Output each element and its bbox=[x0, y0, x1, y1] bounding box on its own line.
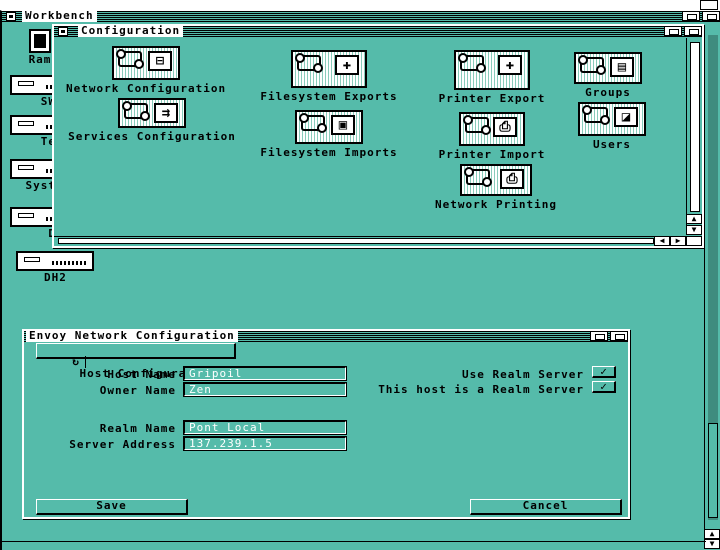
icon-label: Network Printing bbox=[435, 198, 557, 211]
use-realm-server-checkbox[interactable]: ✓ bbox=[592, 366, 616, 378]
network-icon: ✚ bbox=[454, 50, 530, 90]
network-icon: ⊟ bbox=[112, 46, 180, 80]
screen-depth-gadget[interactable] bbox=[700, 0, 718, 10]
network-icon: ⎙ bbox=[459, 112, 525, 146]
drive-icon-dh2[interactable]: DH2 bbox=[16, 251, 100, 284]
scroll-up-arrow-icon[interactable]: ▲ bbox=[686, 214, 702, 224]
users-icon[interactable]: ◪ Users bbox=[574, 102, 650, 151]
scroll-left-arrow-icon[interactable]: ◀ bbox=[654, 236, 670, 246]
printer-import-icon[interactable]: ⎙ Printer Import bbox=[432, 112, 552, 161]
envoy-zoom-gadget[interactable] bbox=[590, 331, 608, 341]
configuration-depth-gadget[interactable] bbox=[684, 26, 702, 36]
workbench-depth-gadget[interactable] bbox=[702, 11, 720, 21]
icon-label: Network Configuration bbox=[66, 82, 227, 95]
icon-label: Groups bbox=[585, 86, 631, 99]
network-configuration-icon[interactable]: ⊟ Network Configuration bbox=[66, 46, 226, 95]
screen-title-bar: Workbench Screen bbox=[0, 0, 720, 20]
server-address-field[interactable]: 137.239.1.5 bbox=[183, 436, 347, 451]
drive-icon-d[interactable]: D bbox=[10, 207, 88, 240]
configuration-vertical-scrollbar[interactable] bbox=[686, 38, 702, 232]
save-button[interactable]: Save bbox=[36, 499, 188, 515]
drive-label: D bbox=[10, 227, 58, 240]
is-realm-server-label: This host is a Realm Server bbox=[378, 383, 584, 396]
use-realm-server-label: Use Realm Server bbox=[462, 368, 584, 381]
envoy-depth-gadget[interactable] bbox=[610, 331, 628, 341]
drive-label: DH2 bbox=[44, 271, 67, 284]
workbench-vertical-scrollbar[interactable] bbox=[704, 33, 720, 538]
drive-label: Te bbox=[40, 135, 56, 148]
icon-label: Filesystem Exports bbox=[260, 90, 398, 103]
icon-label: Filesystem Imports bbox=[260, 146, 398, 159]
realm-name-field[interactable]: Pont Local bbox=[183, 420, 347, 435]
scroll-down-arrow-icon[interactable]: ▼ bbox=[704, 539, 720, 549]
services-configuration-icon[interactable]: ⇉ Services Configuration bbox=[62, 98, 242, 143]
scroll-knob[interactable] bbox=[708, 423, 718, 518]
realm-name-label: Realm Name bbox=[99, 422, 176, 435]
network-icon: ◪ bbox=[578, 102, 646, 136]
icon-label: Printer Export bbox=[438, 92, 546, 105]
cancel-button[interactable]: Cancel bbox=[470, 499, 622, 515]
drive-icon-te[interactable]: Te bbox=[10, 115, 88, 148]
configuration-window: Configuration ⊟ Network Configuration ⇉ … bbox=[52, 24, 704, 248]
drive-icon-syst[interactable]: Syst bbox=[10, 159, 88, 192]
configuration-horizontal-scrollbar[interactable] bbox=[54, 236, 684, 246]
host-configuration-cycle-button[interactable]: ↻ Host Configuration bbox=[36, 343, 236, 380]
filesystem-imports-icon[interactable]: ▣ Filesystem Imports bbox=[254, 110, 404, 159]
drive-label: SW bbox=[40, 95, 56, 108]
workbench-title-bar[interactable]: Workbench bbox=[2, 10, 720, 22]
scroll-knob[interactable] bbox=[58, 238, 654, 244]
scroll-right-arrow-icon[interactable]: ▶ bbox=[670, 236, 686, 246]
configuration-close-gadget[interactable] bbox=[58, 27, 68, 36]
size-gadget[interactable] bbox=[686, 236, 702, 246]
drive-label: Syst bbox=[25, 179, 56, 192]
ram-chip-icon bbox=[29, 29, 51, 53]
printer-export-icon[interactable]: ✚ Printer Export bbox=[432, 50, 552, 105]
icon-label: Printer Import bbox=[438, 148, 546, 161]
scroll-up-arrow-icon[interactable]: ▲ bbox=[704, 529, 720, 539]
configuration-title-bar[interactable]: Configuration bbox=[54, 25, 702, 37]
filesystem-exports-icon[interactable]: ✚ Filesystem Exports bbox=[254, 50, 404, 103]
owner-name-field[interactable]: Zen bbox=[183, 382, 347, 397]
scroll-down-arrow-icon[interactable]: ▼ bbox=[686, 225, 702, 235]
network-icon: ✚ bbox=[291, 50, 367, 88]
envoy-title-bar[interactable]: Envoy Network Configuration bbox=[24, 330, 628, 342]
network-printing-icon[interactable]: ⎙ Network Printing bbox=[428, 164, 564, 211]
network-icon: ▣ bbox=[295, 110, 363, 144]
configuration-zoom-gadget[interactable] bbox=[664, 26, 682, 36]
configuration-title: Configuration bbox=[78, 25, 184, 37]
envoy-title: Envoy Network Configuration bbox=[26, 330, 238, 342]
icon-label: Services Configuration bbox=[68, 130, 236, 143]
owner-name-label: Owner Name bbox=[99, 384, 176, 397]
icon-label: Users bbox=[592, 138, 632, 151]
workbench-zoom-gadget[interactable] bbox=[682, 11, 700, 21]
envoy-network-configuration-window: Envoy Network Configuration ↻ Host Confi… bbox=[22, 329, 630, 519]
server-address-label: Server Address bbox=[69, 438, 176, 451]
network-icon: ⇉ bbox=[118, 98, 186, 128]
is-realm-server-checkbox[interactable]: ✓ bbox=[592, 381, 616, 393]
network-icon: ▤ bbox=[574, 52, 642, 84]
host-name-field[interactable]: Gripoil bbox=[183, 366, 347, 381]
workbench-horizontal-scrollbar[interactable] bbox=[2, 541, 706, 550]
network-icon: ⎙ bbox=[460, 164, 532, 196]
workbench-close-gadget[interactable] bbox=[6, 12, 16, 21]
drive-icon-sw[interactable]: SW bbox=[10, 75, 88, 108]
scroll-knob[interactable] bbox=[690, 42, 700, 212]
workbench-title: Workbench bbox=[22, 10, 97, 22]
groups-icon[interactable]: ▤ Groups bbox=[570, 52, 646, 99]
host-name-label: Host Name bbox=[107, 368, 176, 381]
harddisk-icon bbox=[16, 251, 94, 271]
